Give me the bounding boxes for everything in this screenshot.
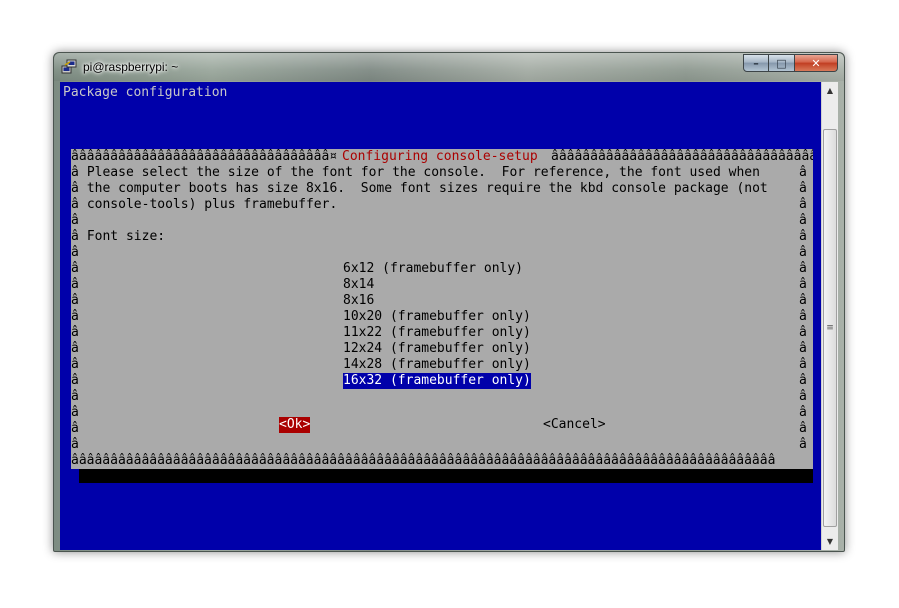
font-size-option-selected[interactable]: 16x32 (framebuffer only) bbox=[343, 373, 531, 389]
dialog-border-left: â bbox=[71, 341, 79, 356]
dialog-border-left: â bbox=[71, 325, 79, 340]
dialog-border-right: â bbox=[799, 357, 807, 372]
font-size-option[interactable]: 11x22 (framebuffer only) bbox=[343, 325, 531, 341]
putty-app-icon[interactable] bbox=[61, 59, 77, 75]
dialog-border-right: â bbox=[799, 421, 807, 436]
dialog-border-left: â bbox=[71, 389, 79, 404]
dialog-border-right: â bbox=[799, 309, 807, 324]
dialog-border-right: â bbox=[799, 245, 807, 260]
dialog-border-right: â bbox=[799, 229, 807, 244]
dialog-border-left: â bbox=[71, 405, 79, 420]
dialog-border-right: â bbox=[799, 437, 807, 452]
font-size-option[interactable]: 12x24 (framebuffer only) bbox=[343, 341, 531, 357]
scrollbar-thumb[interactable]: ≡ bbox=[823, 129, 837, 527]
dialog-border-right: â bbox=[799, 181, 807, 196]
font-size-label: Font size: bbox=[79, 229, 166, 244]
dialog-border-left: â bbox=[71, 229, 79, 244]
dialog-border-left: â bbox=[71, 165, 79, 180]
dialog-border-right: â bbox=[799, 277, 807, 292]
dialog-border-left: â bbox=[71, 277, 79, 292]
dialog-border-bottom: ââââââââââââââââââââââââââââââââââââââââ… bbox=[71, 453, 776, 468]
dialog-border-left: â bbox=[71, 309, 79, 324]
maximize-button[interactable]: □ bbox=[769, 54, 795, 72]
dialog-border-left: â bbox=[71, 197, 79, 212]
font-size-option[interactable]: 8x16 bbox=[343, 293, 374, 309]
font-size-option[interactable]: 10x20 (framebuffer only) bbox=[343, 309, 531, 325]
ok-button[interactable]: <Ok> bbox=[279, 417, 311, 433]
dialog-border-left: â bbox=[71, 373, 79, 388]
dialog-title: Configuring console-setup bbox=[339, 149, 541, 165]
font-size-option[interactable]: 6x12 (framebuffer only) bbox=[343, 261, 523, 277]
window-controls: – □ ✕ bbox=[743, 54, 838, 73]
vertical-scrollbar[interactable]: ▲ ≡ ▼ bbox=[821, 82, 838, 550]
dialog-border-right: â bbox=[799, 165, 807, 180]
dialog-border-right: â bbox=[799, 325, 807, 340]
dialog-border-right: â bbox=[799, 341, 807, 356]
dialog-border-right: â bbox=[799, 389, 807, 404]
dialog-border-right: â bbox=[799, 293, 807, 308]
title-bar[interactable]: pi@raspberrypi: ~ – □ ✕ bbox=[54, 53, 844, 81]
scroll-up-arrow-icon[interactable]: ▲ bbox=[822, 82, 838, 99]
dialog-border-right: â bbox=[799, 197, 807, 212]
dialog-message-line: console-tools) plus framebuffer. bbox=[79, 197, 338, 212]
dialog-border-left: â bbox=[71, 293, 79, 308]
dialog-border-right: â bbox=[799, 373, 807, 388]
scroll-down-arrow-icon[interactable]: ▼ bbox=[822, 533, 838, 550]
dialog-border-left: â bbox=[71, 245, 79, 260]
close-button[interactable]: ✕ bbox=[795, 54, 838, 72]
terminal-window: pi@raspberrypi: ~ – □ ✕ Package configur… bbox=[53, 52, 845, 552]
dialog-border-top-left: âââââââââââââââââââââââââââââââââ¤ bbox=[71, 149, 338, 164]
dialog-border-left: â bbox=[71, 357, 79, 372]
backtitle: Package configuration bbox=[63, 85, 228, 100]
console-setup-dialog: âââââââââââââââââââââââââââââââââ¤ Confi… bbox=[71, 149, 813, 469]
dialog-border-left: â bbox=[71, 437, 79, 452]
terminal-screen[interactable]: Package configuration ââââââââââââââââââ… bbox=[60, 82, 838, 550]
window-title: pi@raspberrypi: ~ bbox=[83, 60, 179, 74]
dialog-border-right: â bbox=[799, 261, 807, 276]
dialog-message-line: the computer boots has size 8x16. Some f… bbox=[79, 181, 768, 196]
dialog-border-left: â bbox=[71, 213, 79, 228]
dialog-border-top-right: âââââââââââââââââââââââââââââââââââ bbox=[551, 149, 813, 164]
dialog-border-left: â bbox=[71, 261, 79, 276]
dialog-message-line: Please select the size of the font for t… bbox=[79, 165, 760, 180]
dialog-border-right: â bbox=[799, 405, 807, 420]
dialog-border-left: â bbox=[71, 181, 79, 196]
scrollbar-grip-icon: ≡ bbox=[826, 323, 834, 333]
dialog-border-left: â bbox=[71, 421, 79, 436]
font-size-option[interactable]: 8x14 bbox=[343, 277, 374, 293]
cancel-button[interactable]: <Cancel> bbox=[543, 417, 606, 433]
minimize-button[interactable]: – bbox=[743, 54, 769, 72]
dialog-border-right: â bbox=[799, 213, 807, 228]
font-size-option[interactable]: 14x28 (framebuffer only) bbox=[343, 357, 531, 373]
